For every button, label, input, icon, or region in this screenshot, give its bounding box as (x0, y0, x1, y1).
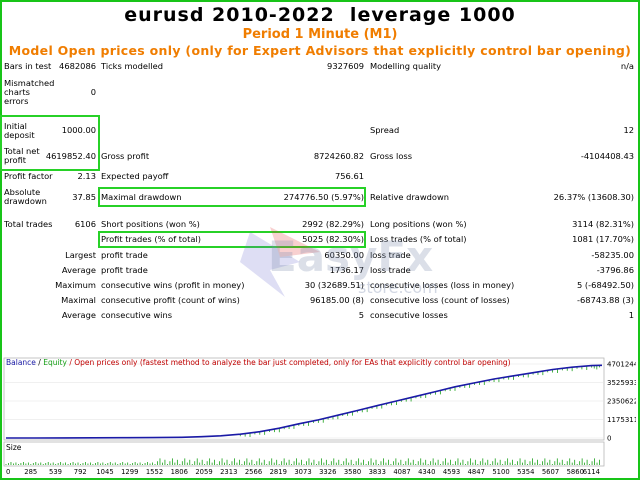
x-tick-label: 1552 (146, 468, 163, 476)
bars-in-test-value: 4682086 (59, 61, 96, 71)
x-tick-label: 0 (6, 468, 10, 476)
x-tick-label: 4593 (443, 468, 460, 476)
x-tick-label: 4847 (468, 468, 485, 476)
spread-label: Spread (370, 125, 400, 135)
modelling-quality-label: Modelling quality (370, 61, 442, 71)
legend-model-note: / Open prices only (fastest method to an… (67, 358, 511, 367)
average-label: Average (61, 265, 96, 275)
x-tick-label: 1299 (121, 468, 138, 476)
chart-background (2, 354, 636, 476)
maximum-label: Maximum (55, 280, 96, 290)
x-tick-label: 6114 (583, 468, 600, 476)
total-trades-value: 6106 (74, 219, 96, 229)
y-tick-label: 0 (607, 435, 611, 443)
y-tick-label: 2350622 (607, 398, 636, 406)
x-tick-label: 5607 (542, 468, 559, 476)
max-consecutive-losses-value: 5 (-68492.50) (577, 280, 634, 290)
average-profit-label: profit trade (101, 265, 148, 275)
spread-value: 12 (623, 125, 634, 135)
gross-profit-label: Gross profit (101, 151, 150, 161)
x-tick-label: 5100 (492, 468, 509, 476)
y-tick-label: 1175311 (607, 416, 636, 424)
x-tick-label: 3326 (319, 468, 336, 476)
largest-profit-label: profit trade (101, 250, 148, 260)
bars-in-test-label: Bars in test (4, 61, 52, 71)
loss-trades-value: 1081 (17.70%) (572, 234, 634, 244)
gross-loss-value: -4104408.43 (580, 151, 634, 161)
long-positions-value: 3114 (82.31%) (572, 219, 634, 229)
avg-consecutive-wins-label: consecutive wins (101, 310, 173, 320)
x-tick-label: 3073 (294, 468, 311, 476)
x-tick-label: 2566 (245, 468, 262, 476)
short-positions-label: Short positions (won %) (101, 219, 200, 229)
y-tick-label: 3525933 (607, 379, 636, 387)
mismatched-label-3: errors (4, 96, 29, 106)
largest-loss-value: -58235.00 (591, 250, 634, 260)
highlight-box-max-drawdown (98, 187, 366, 207)
absolute-drawdown-value: 37.85 (72, 192, 96, 202)
mismatched-value: 0 (90, 87, 96, 97)
maximal-label: Maximal (61, 295, 96, 305)
x-tick-label: 792 (74, 468, 87, 476)
relative-drawdown-value: 26.37% (13608.30) (553, 192, 634, 202)
model-label: Model Open prices only (only for Expert … (8, 43, 632, 58)
maximal-consecutive-loss-value: -68743.88 (3) (577, 295, 634, 305)
largest-label: Largest (65, 250, 96, 260)
average-consecutive-label: Average (61, 310, 96, 320)
highlight-box-deposit-profit (0, 115, 100, 171)
watermark-text: EasyFx (268, 232, 434, 281)
chart-legend: Balance / Equity / Open prices only (fas… (6, 358, 511, 367)
profit-factor-value: 2.13 (77, 171, 96, 181)
avg-consecutive-wins-value: 5 (358, 310, 364, 320)
ticks-modelled-label: Ticks modelled (101, 61, 163, 71)
profit-factor-label: Profit factor (4, 171, 53, 181)
x-tick-label: 1806 (171, 468, 188, 476)
total-trades-label: Total trades (4, 219, 53, 229)
x-tick-label: 4340 (418, 468, 435, 476)
x-tick-label: 5354 (517, 468, 534, 476)
relative-drawdown-label: Relative drawdown (370, 192, 450, 202)
y-tick-label: 4701244 (607, 361, 636, 369)
expected-payoff-value: 756.61 (334, 171, 364, 181)
average-loss-value: -3796.86 (596, 265, 634, 275)
gross-profit-value: 8724260.82 (313, 151, 364, 161)
modelling-quality-value: n/a (620, 61, 634, 71)
balance-equity-chart: Balance / Equity / Open prices only (fas… (2, 354, 636, 476)
legend-balance: Balance (6, 358, 36, 367)
x-tick-label: 2819 (270, 468, 287, 476)
x-tick-label: 3833 (369, 468, 386, 476)
x-tick-label: 539 (49, 468, 62, 476)
size-panel-label: Size (6, 443, 22, 452)
x-tick-label: 5860 (567, 468, 584, 476)
legend-separator: / (36, 358, 43, 367)
watermark-subtext: store.com (358, 278, 438, 297)
avg-consecutive-losses-label: consecutive losses (370, 310, 448, 320)
legend-equity: Equity (43, 358, 67, 367)
x-tick-label: 2059 (195, 468, 212, 476)
expected-payoff-label: Expected payoff (101, 171, 169, 181)
ticks-modelled-value: 9327609 (327, 61, 364, 71)
x-tick-label: 3580 (344, 468, 361, 476)
x-tick-label: 1045 (96, 468, 113, 476)
avg-consecutive-losses-value: 1 (628, 310, 634, 320)
period-label: Period 1 Minute (M1) (242, 27, 398, 42)
x-tick-label: 2313 (220, 468, 237, 476)
x-tick-label: 285 (24, 468, 37, 476)
x-tick-label: 4087 (393, 468, 410, 476)
report-title: eurusd 2010-2022 leverage 1000 (124, 4, 516, 26)
gross-loss-label: Gross loss (370, 151, 413, 161)
absolute-drawdown-label-2: drawdown (4, 196, 47, 206)
